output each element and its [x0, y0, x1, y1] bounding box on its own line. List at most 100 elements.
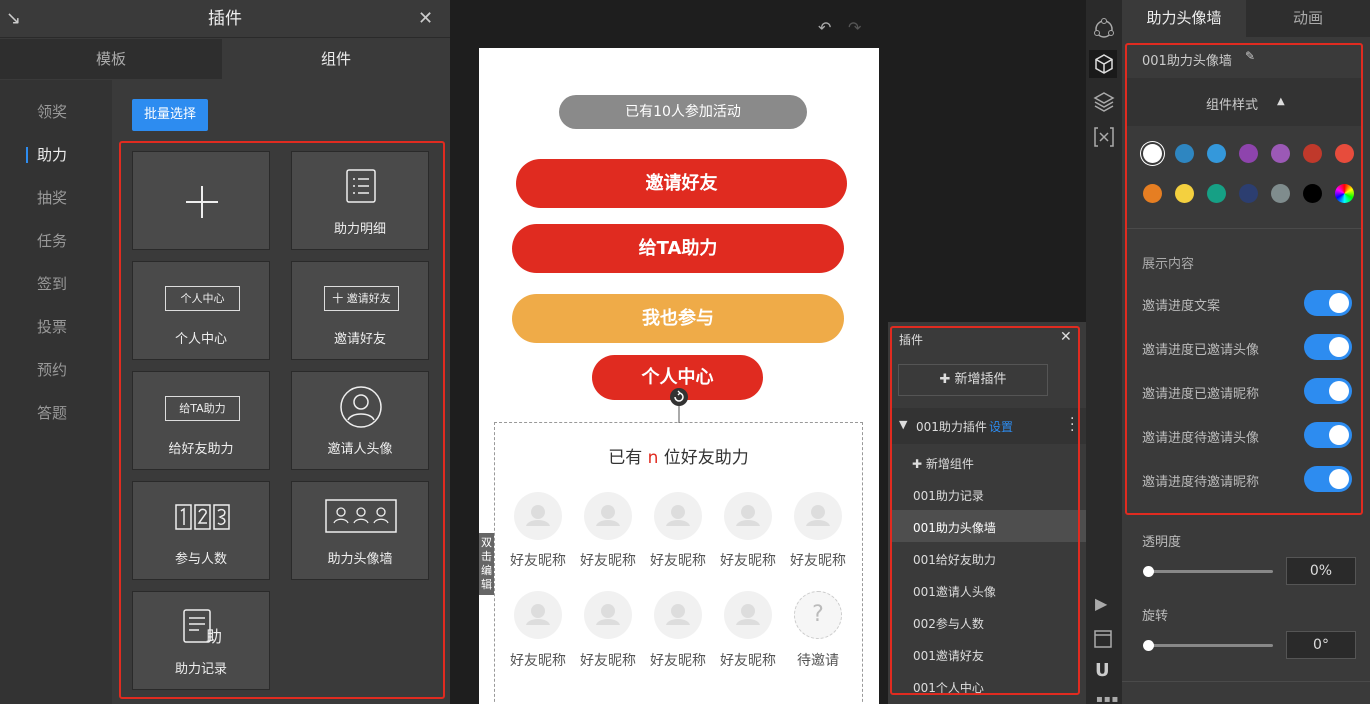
counter-icon [175, 504, 230, 530]
friend-nickname: 好友昵称 [720, 553, 776, 569]
library-title: 插件 [208, 9, 242, 29]
friend-avatar [724, 591, 772, 639]
card-label: 邀请好友 [333, 332, 386, 347]
user-silhouette-icon [736, 505, 760, 526]
participants-pill[interactable]: 已有10人参加活动 [559, 95, 807, 129]
friend-avatar [794, 492, 842, 540]
friend-nickname: 好友昵称 [580, 653, 636, 669]
cube-icon[interactable] [1093, 53, 1115, 75]
friend-avatar [584, 492, 632, 540]
opacity-slider[interactable] [1143, 566, 1273, 577]
card-label: 助力明细 [333, 222, 386, 237]
title-prefix: 已有 [608, 448, 648, 468]
rotation-label: 旋转 [1142, 609, 1169, 624]
variable-icon[interactable] [1093, 126, 1115, 148]
friend-avatar [724, 492, 772, 540]
sidebar-item-checkin[interactable]: 签到 [0, 264, 112, 304]
friend-avatar [654, 492, 702, 540]
redo-icon[interactable]: ↷ [848, 18, 861, 37]
component-card-invite-friends[interactable]: 十 邀请好友 邀请好友 [291, 261, 429, 360]
card-label: 个人中心 [174, 332, 227, 347]
card-label: 参与人数 [174, 552, 227, 567]
collapse-arrow-icon[interactable]: ↘ [6, 8, 21, 29]
close-icon[interactable]: ✕ [418, 8, 433, 29]
tab-templates[interactable]: 模板 [0, 39, 222, 79]
pending-avatar: ? [794, 591, 842, 639]
user-silhouette-icon [596, 604, 620, 625]
sidebar-item-task[interactable]: 任务 [0, 221, 112, 261]
component-card-help-detail[interactable]: 助力明细 [291, 151, 429, 250]
user-silhouette-icon [666, 604, 690, 625]
user-silhouette-icon [596, 505, 620, 526]
svg-text:助: 助 [206, 627, 222, 645]
friend-avatar [514, 492, 562, 540]
help-ta-button[interactable]: 给TA助力 [512, 224, 844, 273]
rotate-handle-icon[interactable] [668, 388, 690, 424]
user-circle-icon [340, 386, 382, 428]
sidebar-item-vote[interactable]: 投票 [0, 307, 112, 347]
pending-label: 待邀请 [797, 653, 839, 669]
card-preview-box: 个人中心 [165, 286, 240, 311]
friend-nickname: 好友昵称 [650, 553, 706, 569]
friend-avatar [584, 591, 632, 639]
join-button[interactable]: 我也参与 [512, 294, 844, 343]
component-card-inviter-avatar[interactable]: 邀请人头像 [291, 371, 429, 470]
sidebar-item-quiz[interactable]: 答题 [0, 393, 112, 433]
frame-icon[interactable] [1094, 630, 1112, 648]
layers-icon[interactable] [1093, 90, 1115, 112]
grid-icon[interactable]: ▪▪▪ [1096, 694, 1119, 704]
highlight-frame [890, 326, 1080, 695]
opacity-value[interactable]: 0% [1286, 557, 1356, 585]
friend-nickname: 好友昵称 [790, 553, 846, 569]
title-count: n [647, 448, 659, 468]
batch-select-button[interactable]: 批量选择 [132, 99, 208, 131]
component-card-personal-center[interactable]: 个人中心 个人中心 [132, 261, 270, 360]
tab-avatar-wall[interactable]: 助力头像墙 [1122, 0, 1246, 37]
undo-icon[interactable]: ↶ [818, 18, 831, 37]
plus-icon [186, 186, 218, 218]
category-sidebar: 领奖 助力 抽奖 任务 签到 投票 预约 答题 [0, 80, 112, 704]
avatar-wall-title: 已有 n 位好友助力 [494, 443, 863, 468]
friend-nickname: 好友昵称 [510, 553, 566, 569]
card-label: 邀请人头像 [327, 442, 393, 457]
card-label: 助力头像墙 [327, 552, 393, 567]
slider-knob[interactable] [1143, 640, 1154, 651]
play-icon[interactable]: ▶ [1095, 594, 1107, 613]
record-icon: 助 [183, 609, 222, 645]
user-silhouette-icon [806, 505, 830, 526]
user-silhouette-icon [526, 604, 550, 625]
sidebar-item-help[interactable]: 助力 [0, 135, 112, 175]
active-indicator [26, 147, 28, 163]
component-card-avatar-wall[interactable]: 助力头像墙 [291, 481, 429, 580]
component-card-add[interactable] [132, 151, 270, 250]
rotation-value[interactable]: 0° [1286, 631, 1356, 659]
question-mark-icon: ? [812, 602, 824, 627]
magnet-icon[interactable]: U [1095, 660, 1110, 681]
highlight-frame [1125, 43, 1363, 515]
friend-avatar [514, 591, 562, 639]
avatar-wall-icon [325, 499, 397, 533]
friend-avatar [654, 591, 702, 639]
friend-nickname: 好友昵称 [510, 653, 566, 669]
friend-nickname: 好友昵称 [720, 653, 776, 669]
sidebar-item-booking[interactable]: 预约 [0, 350, 112, 390]
component-card-help-record[interactable]: 助 助力记录 [132, 591, 270, 690]
invite-friends-button[interactable]: 邀请好友 [516, 159, 847, 208]
sidebar-item-lottery[interactable]: 抽奖 [0, 178, 112, 218]
card-preview-box: 十 邀请好友 [324, 286, 399, 311]
share-icon[interactable] [1093, 18, 1115, 40]
sidebar-item-prize[interactable]: 领奖 [0, 92, 112, 132]
friend-nickname: 好友昵称 [580, 553, 636, 569]
friend-nickname: 好友昵称 [650, 653, 706, 669]
title-suffix: 位好友助力 [658, 448, 749, 468]
card-label: 给好友助力 [168, 442, 234, 457]
rotation-slider[interactable] [1143, 640, 1273, 651]
tab-components[interactable]: 组件 [222, 39, 450, 79]
user-silhouette-icon [736, 604, 760, 625]
double-click-edit-tag[interactable]: 双击编辑 [479, 533, 494, 595]
slider-knob[interactable] [1143, 566, 1154, 577]
component-card-help-friend[interactable]: 给TA助力 给好友助力 [132, 371, 270, 470]
tab-animation[interactable]: 动画 [1246, 0, 1370, 37]
opacity-label: 透明度 [1142, 535, 1182, 550]
component-card-participants[interactable]: 参与人数 [132, 481, 270, 580]
